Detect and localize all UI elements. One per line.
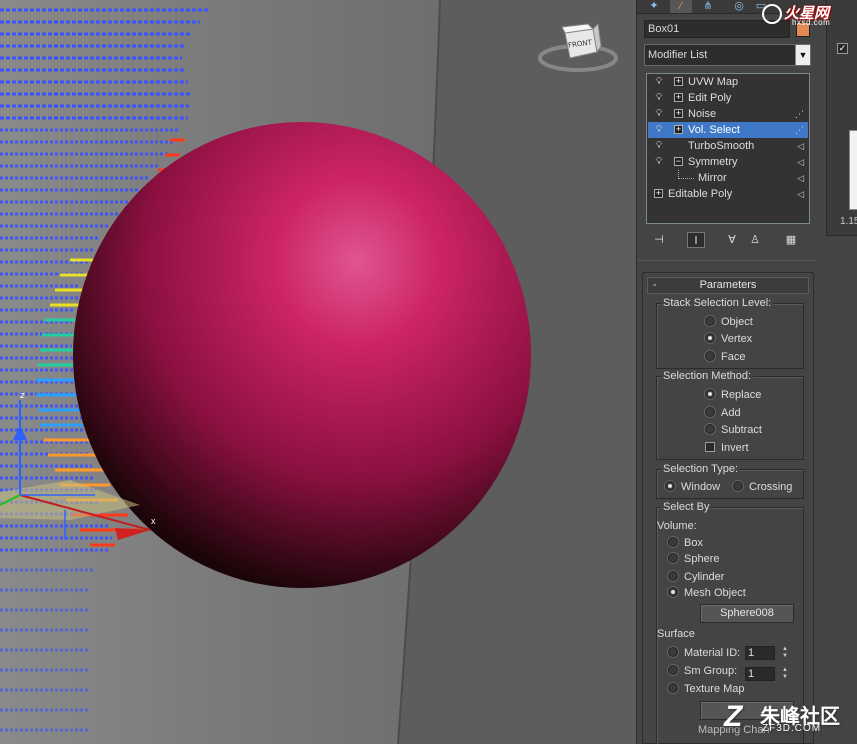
lightbulb-icon[interactable]: 💡︎ [654,92,664,104]
expand-icon[interactable]: + [674,93,683,102]
volume-label: Volume: [657,520,697,532]
stack-item-vol-select[interactable]: 💡︎ + Vol. Select ⋰ [648,122,808,138]
material-id-input[interactable]: 1 [745,646,775,660]
zf3d-logo-icon: Z [724,700,743,733]
gizmo-dots-icon: ⋰ [795,109,804,119]
parameters-rollout: - Parameters Stack Selection Level: Obje… [642,272,814,744]
modifier-list-dropdown[interactable]: Modifier List ▼ [644,44,811,66]
radio-face[interactable]: Face [705,351,745,364]
radio-subtract[interactable]: Subtract [705,424,762,437]
secondary-panel: ✓ 1.15 [826,0,857,236]
material-id-spinner-icon[interactable]: ▲ ▼ [780,646,790,660]
stack-item-mirror[interactable]: Mirror ◁ [648,170,808,186]
divider [637,260,817,264]
sm-group-input[interactable]: 1 [745,667,775,681]
select-by-label: Select By [661,501,712,513]
stack-item-edit-poly[interactable]: 💡︎ + Edit Poly [648,90,808,106]
modifier-stack[interactable]: 💡︎ + UVW Map 💡︎ + Edit Poly 💡︎ + Noise ⋰… [646,73,810,224]
chevron-down-icon[interactable]: ▼ [795,45,810,65]
secondary-value: 1.15 [840,216,857,227]
radio-vertex[interactable]: Vertex [705,333,752,346]
collapse-icon[interactable]: − [674,157,683,166]
top-watermark: 火星网 hxsd.com [760,2,856,28]
radio-mesh-object[interactable]: Mesh Object [668,587,746,600]
gizmo-dots-icon: ⋰ [795,125,804,135]
triangle-icon: ◁ [797,173,804,183]
lightbulb-icon[interactable]: 💡︎ [654,140,664,152]
surface-label: Surface [657,628,695,640]
expand-icon[interactable]: + [674,125,683,134]
parameters-rollout-header[interactable]: - Parameters [647,277,809,294]
stack-toolbar: ⊣ Ⅰ ∀ ♙ ▦ [646,230,814,250]
invert-checkbox[interactable]: Invert [705,442,749,455]
lightbulb-icon[interactable]: 💡︎ [654,108,664,120]
tree-connector [678,170,694,179]
lightbulb-icon[interactable]: 💡︎ [654,124,664,136]
radio-material-id[interactable]: Material ID: [668,647,740,660]
viewport[interactable]: z FRONT x [0,0,636,744]
radio-object[interactable]: Object [705,316,753,329]
modify-tab-icon[interactable]: ⁄ [670,0,692,13]
radio-cylinder[interactable]: Cylinder [668,571,724,584]
parameters-title: Parameters [699,279,757,291]
stack-selection-level-label: Stack Selection Level: [661,297,774,309]
radio-crossing[interactable]: Crossing [733,481,792,494]
triangle-icon: ◁ [797,157,804,167]
lightbulb-icon[interactable]: 💡︎ [654,156,664,168]
gizmo-x-label: x [151,516,156,526]
stack-item-turbosmooth[interactable]: 💡︎ TurboSmooth ◁ [648,138,808,154]
motion-tab-icon[interactable]: ◎ [728,0,750,13]
radio-sm-group[interactable]: Sm Group: [668,665,737,678]
svg-text:z: z [20,391,25,401]
show-end-result-icon[interactable]: Ⅰ [687,232,705,248]
configure-modifier-sets-icon[interactable]: ▦ [782,232,800,248]
radio-box[interactable]: Box [668,537,703,550]
triangle-icon: ◁ [797,141,804,151]
selection-method-label: Selection Method: [661,370,754,382]
radio-texture-map[interactable]: Texture Map [668,683,745,696]
stack-item-noise[interactable]: 💡︎ + Noise ⋰ [648,106,808,122]
create-tab-icon[interactable]: ✦ [643,0,665,13]
viewport-canvas: z [0,0,636,744]
radio-window[interactable]: Window [665,481,720,494]
expand-icon[interactable]: + [674,109,683,118]
radio-add[interactable]: Add [705,407,741,420]
modifier-list-label: Modifier List [648,49,708,61]
pink-sphere[interactable] [73,122,531,588]
stack-item-symmetry[interactable]: 💡︎ − Symmetry ◁ [648,154,808,170]
hxsd-logo-icon [762,4,782,24]
hierarchy-tab-icon[interactable]: ⋔ [697,0,719,13]
falloff-curve-graph [849,130,857,210]
secondary-checkbox[interactable]: ✓ [837,43,848,54]
stack-item-uvw-map[interactable]: 💡︎ + UVW Map [648,74,808,90]
bottom-watermark: Z 朱峰社区 ZF3D.COM [724,700,840,735]
selection-type-group: Selection Type: Window Crossing [656,463,804,499]
lightbulb-icon[interactable]: 💡︎ [654,76,664,88]
radio-sphere[interactable]: Sphere [668,553,719,566]
selection-method-group: Selection Method: Replace Add Subtract I… [656,370,804,460]
mesh-object-pick-button[interactable]: Sphere008 [700,604,794,623]
command-panel: ✦ ⁄ ⋔ ◎ ▭ Box01 Modifier List ▼ 💡︎ + UVW… [636,0,857,744]
radio-replace[interactable]: Replace [705,389,761,402]
expand-icon[interactable]: + [674,77,683,86]
sm-group-spinner-icon[interactable]: ▲ ▼ [780,667,790,681]
make-unique-icon[interactable]: ∀ [723,232,741,248]
stack-selection-level-group: Stack Selection Level: Object Vertex Fac… [656,297,804,369]
expand-icon[interactable]: + [654,189,663,198]
triangle-icon: ◁ [797,189,804,199]
remove-modifier-icon[interactable]: ♙ [746,232,764,248]
selection-type-label: Selection Type: [661,463,741,475]
stack-item-editable-poly[interactable]: + Editable Poly ◁ [648,186,808,202]
pin-stack-icon[interactable]: ⊣ [650,232,668,248]
collapse-icon[interactable]: - [653,278,657,293]
